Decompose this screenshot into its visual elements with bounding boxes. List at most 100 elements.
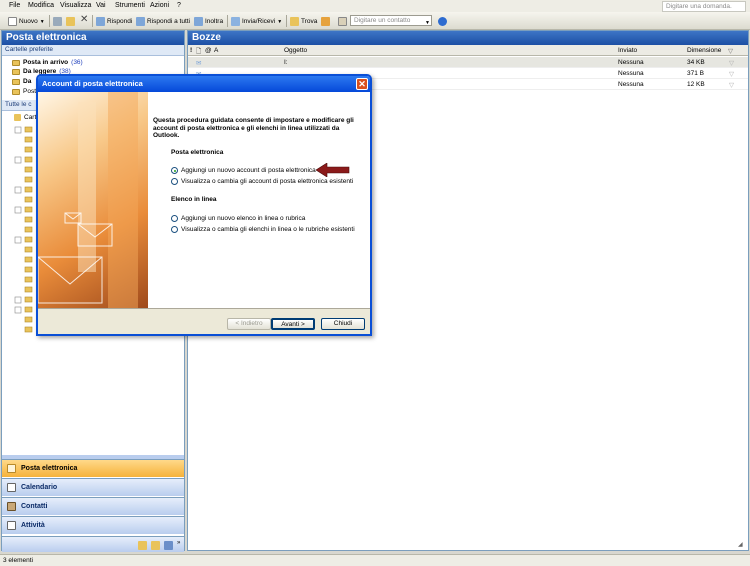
close-icon[interactable]: ✕	[356, 78, 368, 90]
organize-button[interactable]	[321, 16, 330, 27]
dialog-title: Account di posta elettronica	[38, 76, 370, 92]
close-button[interactable]: Chiudi	[321, 318, 365, 330]
favorite-folder[interactable]: Da	[12, 78, 31, 85]
column-to[interactable]: A	[214, 47, 218, 54]
reply-icon	[96, 17, 105, 26]
shortcuts-icon[interactable]	[164, 541, 173, 550]
organize-icon	[321, 17, 330, 26]
back-button[interactable]: < Indietro	[227, 318, 271, 330]
send-receive-icon	[231, 17, 240, 26]
email-section-heading: Posta elettronica	[171, 149, 224, 156]
help-button[interactable]	[438, 16, 447, 27]
print-button[interactable]	[53, 16, 62, 27]
mail-icon	[7, 464, 16, 473]
chevron-down-icon: ▼	[277, 18, 283, 25]
nav-button-calendar[interactable]: Calendario	[2, 478, 184, 496]
filter-icon[interactable]: ▽	[728, 47, 733, 55]
new-mail-icon	[8, 17, 17, 26]
menu-azioni[interactable]: Azioni	[150, 2, 169, 9]
radio-selected-icon	[171, 167, 178, 174]
radio-add-email-account[interactable]: Aggiungi un nuovo account di posta elett…	[171, 167, 316, 175]
delete-button[interactable]: ✕	[80, 14, 88, 25]
separator	[286, 15, 287, 27]
radio-icon	[171, 215, 178, 222]
email-accounts-dialog: Account di posta elettronica ✕ Questa pr…	[36, 74, 372, 336]
tasks-icon	[7, 521, 16, 530]
menu-bar: File Modifica Visualizza Vai Strumenti A…	[0, 0, 750, 12]
flag-icon[interactable]: ▽	[729, 81, 734, 89]
notes-icon[interactable]	[138, 541, 147, 550]
send-receive-button[interactable]: Invia/Ricevi ▼	[231, 16, 282, 27]
menu-file[interactable]: File	[9, 2, 20, 9]
table-row[interactable]: ✉ I: Nessuna 34 KB ▽	[188, 57, 748, 68]
favorite-folder[interactable]: Post	[12, 88, 36, 95]
pointer-arrow-icon	[316, 163, 350, 177]
delete-icon: ✕	[80, 14, 89, 25]
radio-view-email-accounts[interactable]: Visualizza o cambia gli account di posta…	[171, 178, 353, 186]
favorite-folder-inbox[interactable]: Posta in arrivo (36)	[12, 59, 83, 66]
menu-modifica[interactable]: Modifica	[28, 2, 54, 9]
folder-tree-icons	[14, 126, 33, 333]
nav-title: Posta elettronica	[2, 31, 184, 45]
folder-icon	[12, 59, 20, 66]
status-bar: 3 elementi	[0, 554, 750, 566]
nav-button-tasks[interactable]: Attività	[2, 516, 184, 534]
menu-vai[interactable]: Vai	[96, 2, 106, 9]
address-book-button[interactable]	[338, 16, 347, 27]
find-button[interactable]: Trova	[290, 16, 317, 27]
importance-column-icon[interactable]: !	[190, 47, 192, 54]
wizard-banner-image	[38, 92, 148, 308]
attachment-column-icon[interactable]: @	[205, 47, 212, 54]
folder-tree-root[interactable]: Cart	[14, 114, 36, 121]
menu-strumenti[interactable]: Strumenti	[115, 2, 145, 9]
folder-tree	[14, 125, 34, 335]
directory-section-heading: Elenco in linea	[171, 196, 217, 203]
dialog-body: Questa procedura guidata consente di imp…	[148, 92, 370, 308]
forward-button[interactable]: Inoltra	[194, 16, 223, 27]
nav-button-mail[interactable]: Posta elettronica	[2, 459, 184, 477]
chevron-down-icon: ▼	[425, 19, 430, 26]
move-folder-icon	[66, 17, 75, 26]
contact-dropdown[interactable]: ▼	[425, 17, 430, 28]
separator	[49, 15, 50, 27]
item-count: 3 elementi	[3, 557, 33, 564]
folder-icon	[12, 68, 20, 75]
column-subject[interactable]: Oggetto	[284, 47, 307, 54]
radio-view-directories[interactable]: Visualizza o cambia gli elenchi in linea…	[171, 226, 355, 234]
flag-icon[interactable]: ▽	[729, 59, 734, 67]
configure-buttons-icon[interactable]: »	[177, 540, 180, 546]
draft-icon: ✉	[196, 60, 202, 67]
column-size[interactable]: Dimensione	[687, 47, 721, 54]
menu-visualizza[interactable]: Visualizza	[60, 2, 91, 9]
dialog-intro: Questa procedura guidata consente di imp…	[153, 117, 354, 139]
new-button[interactable]: Nuovo ▼	[8, 16, 45, 27]
folder-title: Bozze	[188, 31, 748, 45]
next-button[interactable]: Avanti >	[271, 318, 315, 330]
radio-icon	[171, 226, 178, 233]
reply-all-icon	[136, 17, 145, 26]
radio-add-directory[interactable]: Aggiungi un nuovo elenco in linea o rubr…	[171, 215, 305, 223]
menu-help[interactable]: ?	[177, 2, 181, 9]
resize-grip-icon[interactable]: ◢	[738, 541, 743, 548]
flag-icon[interactable]: ▽	[729, 70, 734, 78]
radio-icon	[171, 178, 178, 185]
nav-shortcuts-bar: »	[2, 536, 184, 552]
folder-icon	[12, 78, 20, 85]
help-search-input[interactable]: Digitare una domanda.	[662, 1, 746, 12]
column-sent[interactable]: Inviato	[618, 47, 637, 54]
move-button[interactable]	[66, 16, 75, 27]
address-book-icon	[338, 17, 347, 26]
contacts-icon	[7, 502, 16, 511]
separator	[227, 15, 228, 27]
reply-button[interactable]: Rispondi	[96, 16, 132, 27]
chevron-down-icon: ▼	[39, 18, 45, 25]
mailbox-icon	[14, 114, 21, 121]
column-header: ! 🗋 @ A Oggetto Inviato Dimensione ▽	[188, 45, 748, 56]
contact-search-input[interactable]: Digitare un contatto	[350, 15, 432, 26]
nav-button-contacts[interactable]: Contatti	[2, 497, 184, 515]
find-icon	[290, 17, 299, 26]
favorites-header: Cartelle preferite	[2, 45, 184, 56]
envelope-decoration	[38, 92, 138, 308]
folder-list-icon[interactable]	[151, 541, 160, 550]
reply-all-button[interactable]: Rispondi a tutti	[136, 16, 190, 27]
